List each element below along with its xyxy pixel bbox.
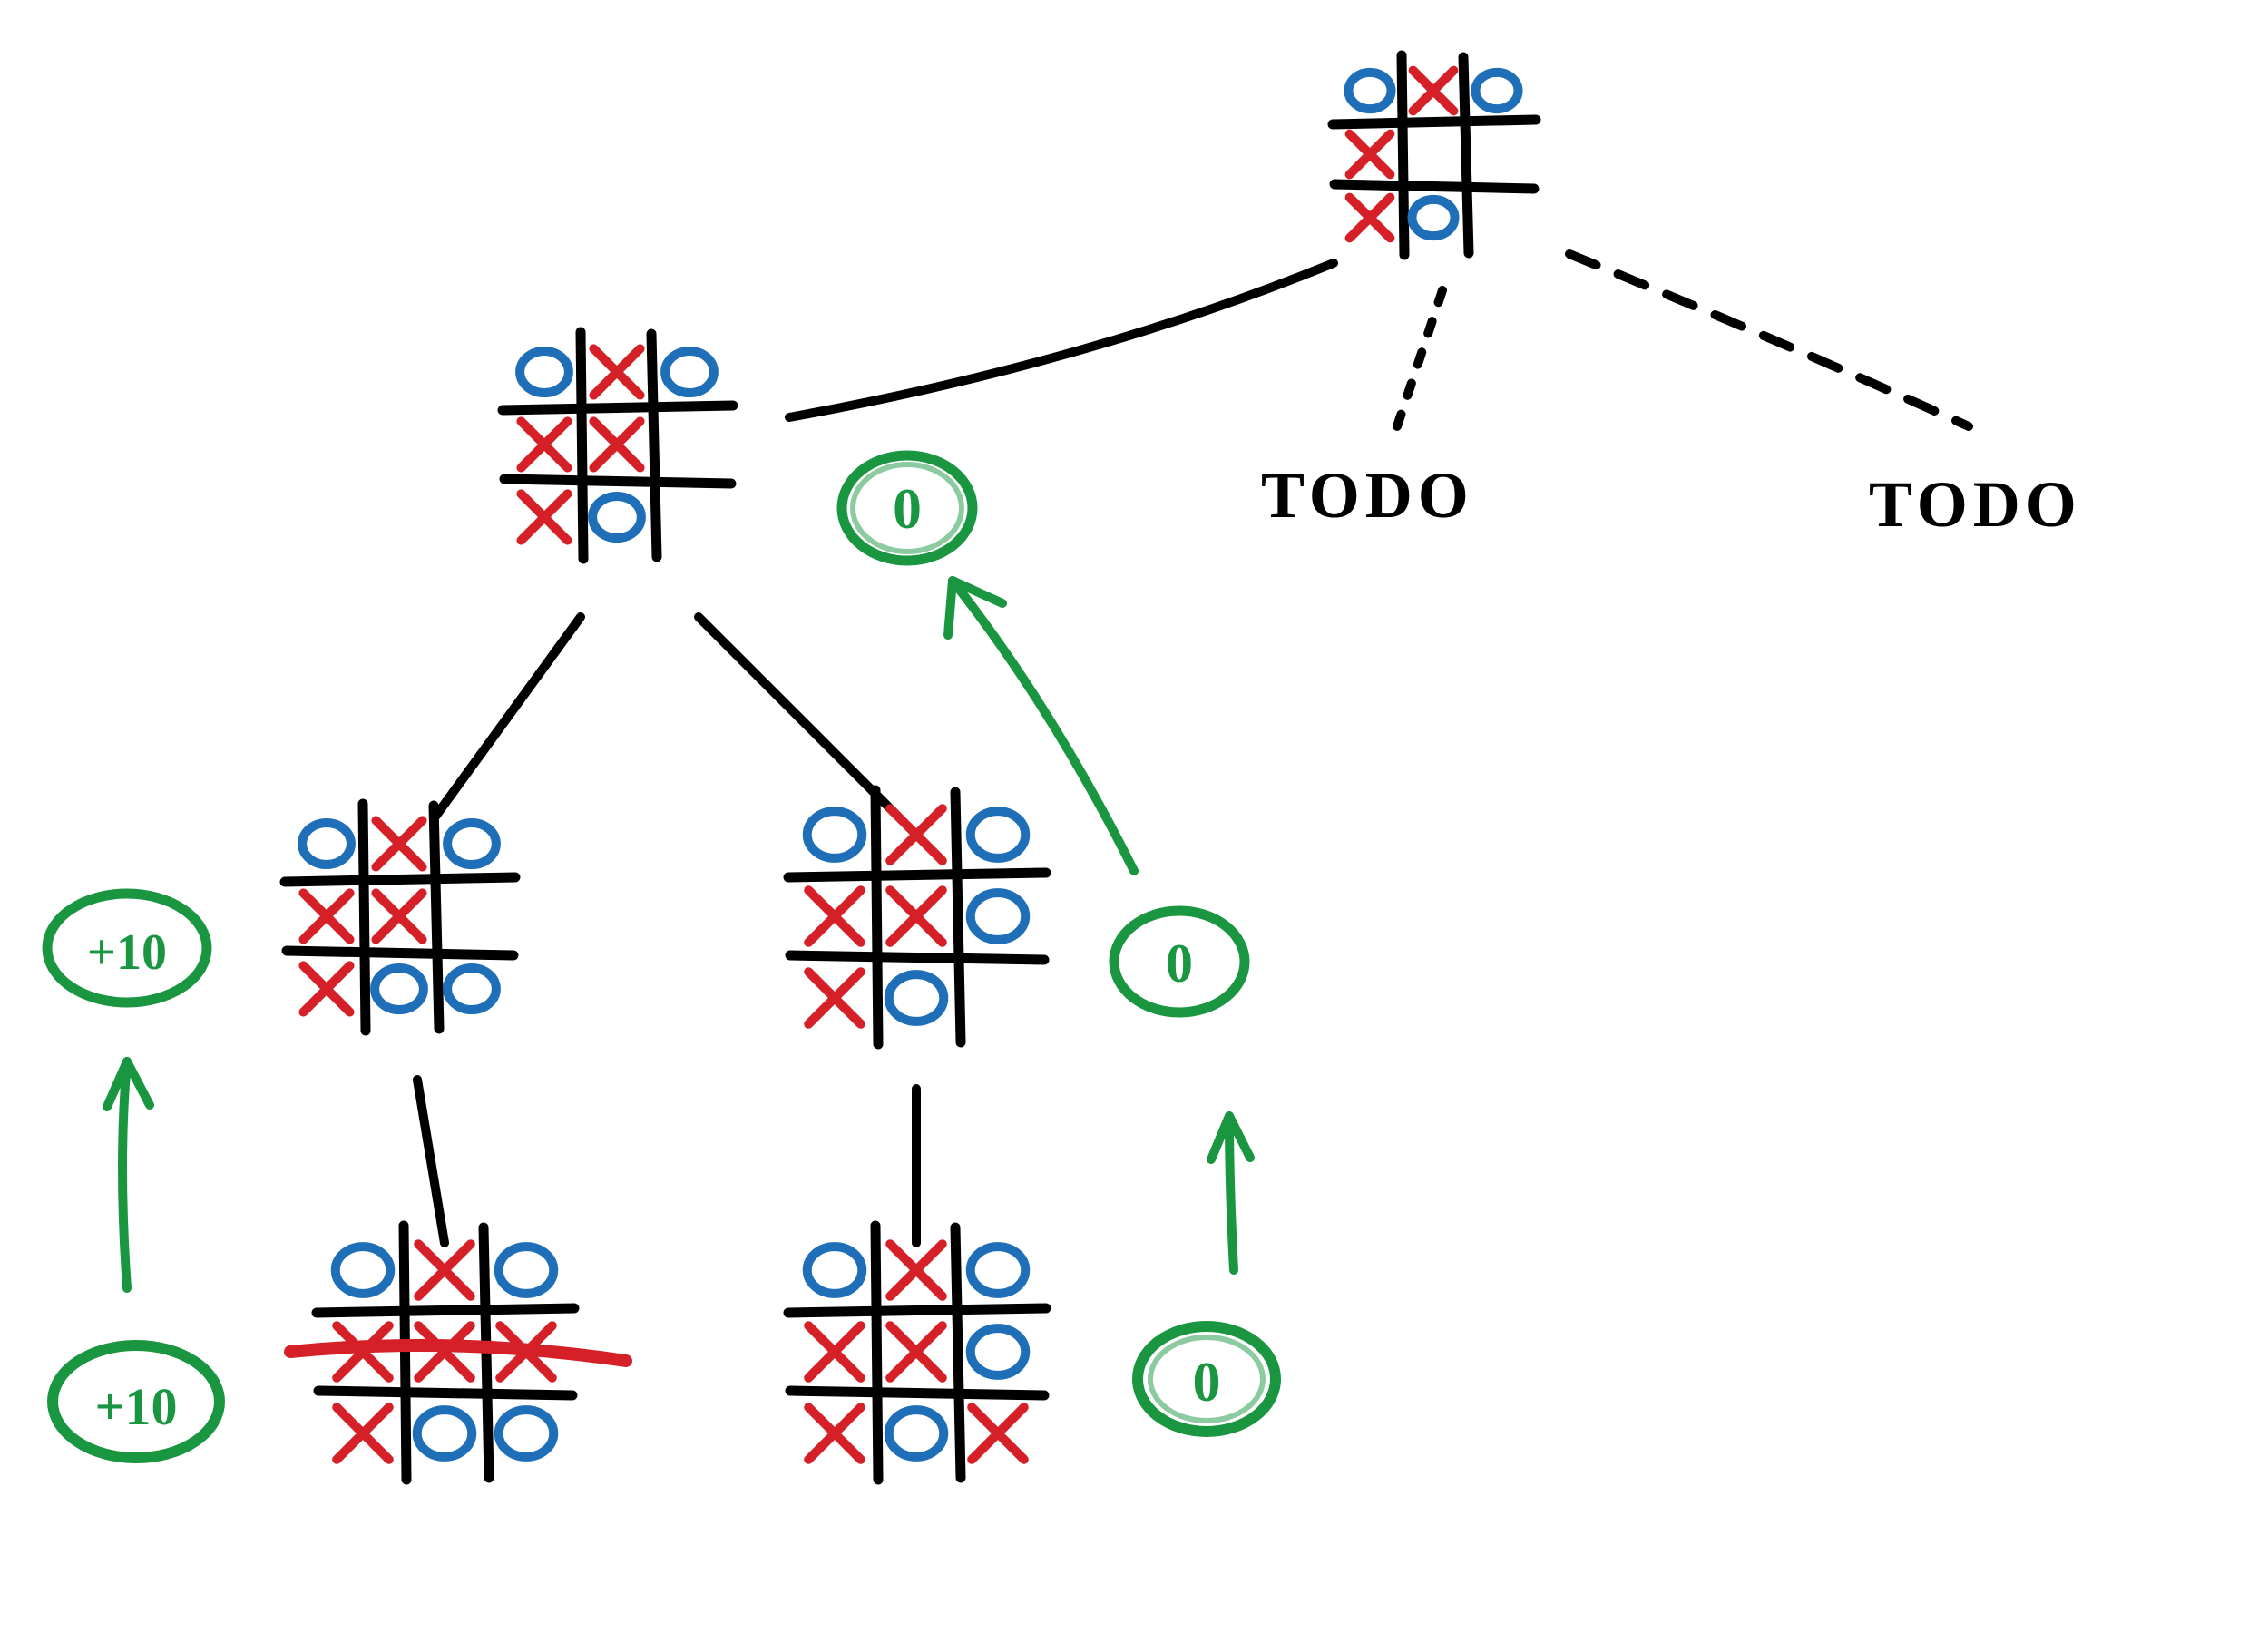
board-n1 xyxy=(503,332,733,559)
edge-n1-n2b xyxy=(699,617,898,816)
board-n2a xyxy=(285,804,515,1031)
game-tree-diagram: 0 0 +10 +10 0 TODO TODO xyxy=(0,0,2268,1633)
score-arrows xyxy=(107,581,1250,1288)
edge-root-todo2 xyxy=(1569,254,1969,426)
board-root xyxy=(1333,55,1536,255)
score-n3b: 0 xyxy=(1138,1326,1276,1432)
todo-labels: TODO TODO xyxy=(1261,459,2082,541)
arrow-right-up xyxy=(1229,1116,1234,1270)
todo1-text: TODO xyxy=(1261,459,1474,532)
score-n2a: +10 xyxy=(47,894,207,1002)
score-n2a-text: +10 xyxy=(87,924,167,981)
todo2-text: TODO xyxy=(1869,468,2082,541)
score-n1-text: 0 xyxy=(893,476,922,541)
score-bubbles: 0 0 +10 +10 0 xyxy=(47,455,1276,1458)
board-n2b xyxy=(788,790,1046,1044)
score-n1: 0 xyxy=(842,455,973,561)
arrow-mid-to-top xyxy=(953,581,1134,871)
score-n2b-text: 0 xyxy=(1166,934,1193,993)
edge-root-todo1 xyxy=(1397,290,1442,426)
win-strike-n3a xyxy=(290,1345,626,1361)
score-n3a-text: +10 xyxy=(94,1377,177,1436)
edge-n2a-n3a xyxy=(417,1080,445,1243)
edge-n1-n2a xyxy=(435,617,581,816)
score-n3a: +10 xyxy=(53,1345,220,1458)
edge-root-n1 xyxy=(789,263,1334,417)
board-n3b xyxy=(788,1226,1046,1480)
score-n2b: 0 xyxy=(1114,911,1245,1012)
score-n3b-text: 0 xyxy=(1193,1352,1221,1413)
arrow-left-up xyxy=(122,1061,127,1288)
